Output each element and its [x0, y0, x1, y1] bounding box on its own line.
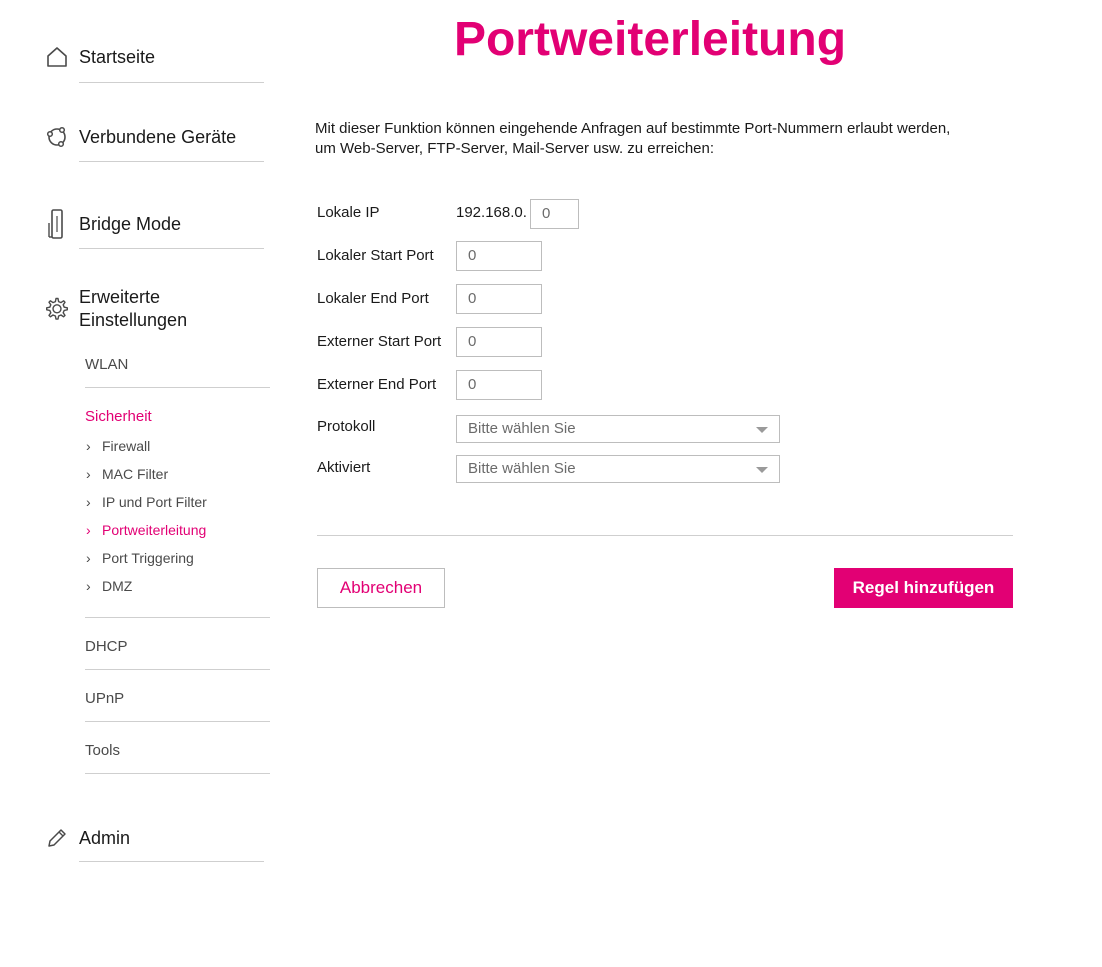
divider — [85, 387, 270, 388]
chevron-right-icon: › — [86, 438, 91, 454]
protokoll-select-value: Bitte wählen Sie — [468, 420, 576, 437]
sidebar-item-verbundene-geraete[interactable]: Verbundene Geräte — [44, 124, 264, 162]
page-title: Portweiterleitung — [453, 13, 847, 66]
label-aktiviert: Aktiviert — [317, 459, 371, 476]
label-externer-start-port: Externer Start Port — [317, 333, 442, 350]
pencil-icon — [44, 825, 70, 851]
sidebar-item-label: Bridge Mode — [79, 213, 182, 234]
chevron-right-icon: › — [86, 550, 91, 566]
sidebar-leaf-firewall[interactable]: › Firewall — [86, 438, 150, 454]
page-description: Mit dieser Funktion können eingehende An… — [315, 120, 951, 157]
chevron-right-icon: › — [86, 466, 91, 482]
sidebar-leaf-port-triggering[interactable]: › Port Triggering — [86, 550, 194, 566]
sidebar-sub-tools[interactable]: Tools — [85, 742, 270, 759]
lokale-ip-input[interactable]: 0 — [530, 199, 579, 229]
sidebar-sub-wlan[interactable]: WLAN — [85, 356, 270, 373]
chevron-right-icon: › — [86, 494, 91, 510]
lokaler-start-port-input[interactable]: 0 — [456, 241, 542, 271]
sidebar-item-label: Admin — [79, 827, 131, 848]
divider — [79, 161, 264, 162]
sidebar-leaf-dmz[interactable]: › DMZ — [86, 578, 132, 594]
sidebar-sub-sicherheit[interactable]: Sicherheit — [85, 408, 270, 425]
sidebar-item-bridge-mode[interactable]: Bridge Mode — [44, 208, 264, 249]
lokaler-end-port-input[interactable]: 0 — [456, 284, 542, 314]
divider — [85, 721, 270, 722]
sidebar-item-label: Erweiterte Einstellungen — [79, 286, 187, 332]
devices-icon — [44, 124, 70, 150]
sidebar-item-label: Startseite — [79, 46, 156, 67]
chevron-right-icon: › — [86, 578, 91, 594]
aktiviert-select[interactable]: Bitte wählen Sie — [456, 455, 780, 483]
sidebar-leaf-ip-port-filter[interactable]: › IP und Port Filter — [86, 494, 207, 510]
sidebar-item-startseite[interactable]: Startseite — [44, 44, 264, 83]
sidebar-leaf-portweiterleitung[interactable]: › Portweiterleitung — [86, 522, 206, 538]
label-lokaler-start-port: Lokaler Start Port — [317, 247, 434, 264]
sidebar-leaf-mac-filter[interactable]: › MAC Filter — [86, 466, 168, 482]
divider — [79, 82, 264, 83]
form-divider — [317, 535, 1013, 536]
cancel-button[interactable]: Abbrechen — [317, 568, 445, 608]
label-lokaler-end-port: Lokaler End Port — [317, 290, 429, 307]
label-line-2: Einstellungen — [79, 310, 188, 330]
label-protokoll: Protokoll — [317, 418, 376, 435]
divider — [85, 617, 270, 618]
leaf-label: Portweiterleitung — [102, 522, 207, 538]
chevron-down-icon — [756, 427, 768, 433]
divider — [85, 669, 270, 670]
home-icon — [44, 44, 70, 70]
externer-start-port-input[interactable]: 0 — [456, 327, 542, 357]
label-line-1: Erweiterte — [79, 287, 161, 307]
leaf-label: Firewall — [102, 438, 151, 454]
leaf-label: DMZ — [102, 578, 133, 594]
leaf-label: IP und Port Filter — [102, 494, 207, 510]
chevron-down-icon — [756, 467, 768, 473]
sidebar-item-erweiterte-einstellungen[interactable]: Erweiterte Einstellungen — [44, 284, 264, 334]
divider — [85, 773, 270, 774]
gear-icon — [44, 296, 70, 322]
divider — [79, 861, 264, 862]
leaf-label: MAC Filter — [102, 466, 169, 482]
sidebar-item-admin[interactable]: Admin — [44, 825, 264, 862]
label-externer-end-port: Externer End Port — [317, 376, 437, 393]
sidebar-sub-upnp[interactable]: UPnP — [85, 690, 270, 707]
aktiviert-select-value: Bitte wählen Sie — [468, 460, 576, 477]
label-lokale-ip: Lokale IP — [317, 204, 380, 221]
ip-prefix: 192.168.0. — [456, 204, 527, 221]
leaf-label: Port Triggering — [102, 550, 194, 566]
sidebar: Startseite Verbundene Geräte Bridge Mode… — [0, 0, 290, 967]
externer-end-port-input[interactable]: 0 — [456, 370, 542, 400]
sidebar-item-label: Verbundene Geräte — [79, 126, 237, 147]
sidebar-sub-dhcp[interactable]: DHCP — [85, 638, 270, 655]
add-rule-button[interactable]: Regel hinzufügen — [834, 568, 1013, 608]
divider — [79, 248, 264, 249]
protokoll-select[interactable]: Bitte wählen Sie — [456, 415, 780, 443]
chevron-right-icon: › — [86, 522, 91, 538]
router-icon — [44, 208, 70, 240]
